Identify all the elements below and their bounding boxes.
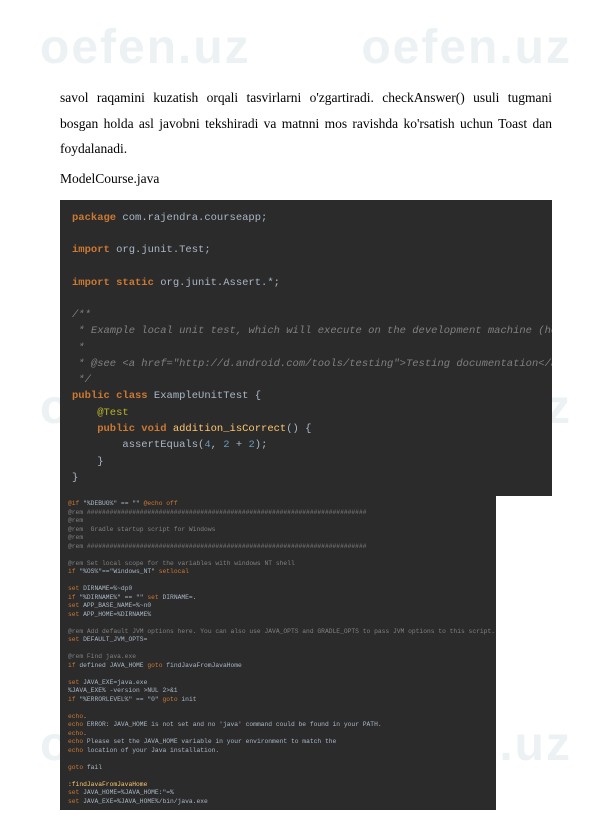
- code-keyword: if: [68, 696, 76, 703]
- code-keyword: echo: [68, 730, 83, 737]
- code-label: :findJavaFromJavaHome: [68, 781, 147, 788]
- code-keyword: echo: [68, 738, 83, 745]
- code-comment: @rem ###################################…: [68, 509, 367, 516]
- code-text: "%ERRORLEVEL%" == "0": [76, 696, 163, 703]
- code-text: APP_BASE_NAME=%~n0: [79, 602, 151, 609]
- code-text: location of your Java installation.: [83, 747, 219, 754]
- code-keyword: echo: [68, 747, 83, 754]
- code-text: init: [178, 696, 197, 703]
- code-blank: [72, 260, 78, 272]
- code-keyword: if: [68, 662, 76, 669]
- code-keyword: echo: [68, 713, 83, 720]
- code-comment: @rem: [68, 534, 83, 541]
- paragraph-text: savol raqamini kuzatish orqali tasvirlar…: [60, 85, 552, 162]
- code-blank: [68, 755, 72, 762]
- filename-label: ModelCourse.java: [60, 166, 552, 192]
- code-comment: *: [72, 342, 85, 354]
- code-keyword: echo: [68, 721, 83, 728]
- batch-code-block: @if "%DEBUG%" == "" @echo off @rem #####…: [60, 496, 496, 810]
- code-keyword: set: [68, 798, 79, 805]
- code-text: com.rajendra.courseapp;: [116, 212, 267, 224]
- code-method: addition_isCorrect: [167, 423, 287, 435]
- code-keyword: @if: [68, 500, 79, 507]
- code-annotation: @Test: [72, 407, 129, 419]
- code-text: JAVA_EXE=%JAVA_HOME%/bin/java.exe: [79, 798, 207, 805]
- code-keyword: import static: [72, 277, 154, 289]
- code-comment: @rem Gradle startup script for Windows: [68, 526, 215, 533]
- code-text: ,: [211, 439, 224, 451]
- document-content: savol raqamini kuzatish orqali tasvirlar…: [0, 0, 612, 840]
- code-comment: @rem Find java.exe: [68, 653, 136, 660]
- code-keyword: package: [72, 212, 116, 224]
- code-blank: [72, 293, 78, 305]
- code-keyword: set: [68, 611, 79, 618]
- code-blank: [68, 577, 72, 584]
- code-text: defined JAVA_HOME: [76, 662, 148, 669]
- code-keyword: goto: [147, 662, 162, 669]
- code-comment: * Example local unit test, which will ex…: [72, 325, 552, 337]
- code-text: APP_HOME=%DIRNAME%: [79, 611, 151, 618]
- code-text: .: [83, 730, 87, 737]
- code-comment: @rem Set local scope for the variables w…: [68, 560, 295, 567]
- code-blank: [68, 704, 72, 711]
- code-blank: [68, 772, 72, 779]
- code-text: assertEquals(: [72, 439, 204, 451]
- code-keyword: set: [68, 585, 79, 592]
- code-keyword: set: [147, 594, 158, 601]
- code-text: DIRNAME=.: [159, 594, 197, 601]
- code-text: ERROR: JAVA_HOME is not set and no 'java…: [83, 721, 382, 728]
- code-text: "%DIRNAME%" == "": [76, 594, 148, 601]
- code-keyword: set: [68, 789, 79, 796]
- code-text: () {: [286, 423, 311, 435]
- code-blank: [68, 645, 72, 652]
- code-text: %JAVA_EXE% -version >NUL 2>&1: [68, 687, 178, 694]
- code-keyword: goto: [162, 696, 177, 703]
- code-text: );: [255, 439, 268, 451]
- code-text: }: [72, 472, 78, 484]
- code-comment: @rem ###################################…: [68, 543, 367, 550]
- code-text: org.junit.Assert.*;: [154, 277, 280, 289]
- code-text: fail: [83, 764, 102, 771]
- code-keyword: goto: [68, 764, 83, 771]
- code-comment: @rem: [68, 517, 83, 524]
- code-blank: [72, 228, 78, 240]
- code-keyword: import: [72, 244, 110, 256]
- code-blank: [68, 670, 72, 677]
- code-keyword: if: [68, 594, 76, 601]
- java-code-block: package com.rajendra.courseapp; import o…: [60, 200, 552, 497]
- code-text: DEFAULT_JVM_OPTS=: [79, 636, 147, 643]
- code-keyword: set: [68, 679, 79, 686]
- code-text: Please set the JAVA_HOME variable in you…: [83, 738, 336, 745]
- code-keyword: setlocal: [159, 568, 189, 575]
- code-keyword: set: [68, 636, 79, 643]
- code-keyword: if: [68, 568, 76, 575]
- code-text: "%DEBUG%" == "": [79, 500, 143, 507]
- code-keyword: @echo off: [144, 500, 178, 507]
- code-text: JAVA_EXE=java.exe: [79, 679, 147, 686]
- code-comment: */: [72, 374, 91, 386]
- code-keyword: set: [68, 602, 79, 609]
- code-text: .: [83, 713, 87, 720]
- code-text: JAVA_HOME=%JAVA_HOME:"=%: [79, 789, 173, 796]
- code-text: findJavaFromJavaHome: [162, 662, 241, 669]
- code-text: "%OS%"=="Windows_NT": [76, 568, 159, 575]
- code-comment: * @see <a href="http://d.android.com/too…: [72, 358, 552, 370]
- code-text: }: [72, 456, 104, 468]
- code-blank: [68, 551, 72, 558]
- code-text: org.junit.Test;: [110, 244, 211, 256]
- code-keyword: public class: [72, 390, 148, 402]
- code-text: ExampleUnitTest {: [148, 390, 261, 402]
- code-keyword: public void: [72, 423, 167, 435]
- code-comment: @rem Add default JVM options here. You c…: [68, 628, 495, 635]
- code-comment: /**: [72, 309, 91, 321]
- code-blank: [68, 619, 72, 626]
- code-text: DIRNAME=%~dp0: [79, 585, 132, 592]
- code-text: +: [230, 439, 249, 451]
